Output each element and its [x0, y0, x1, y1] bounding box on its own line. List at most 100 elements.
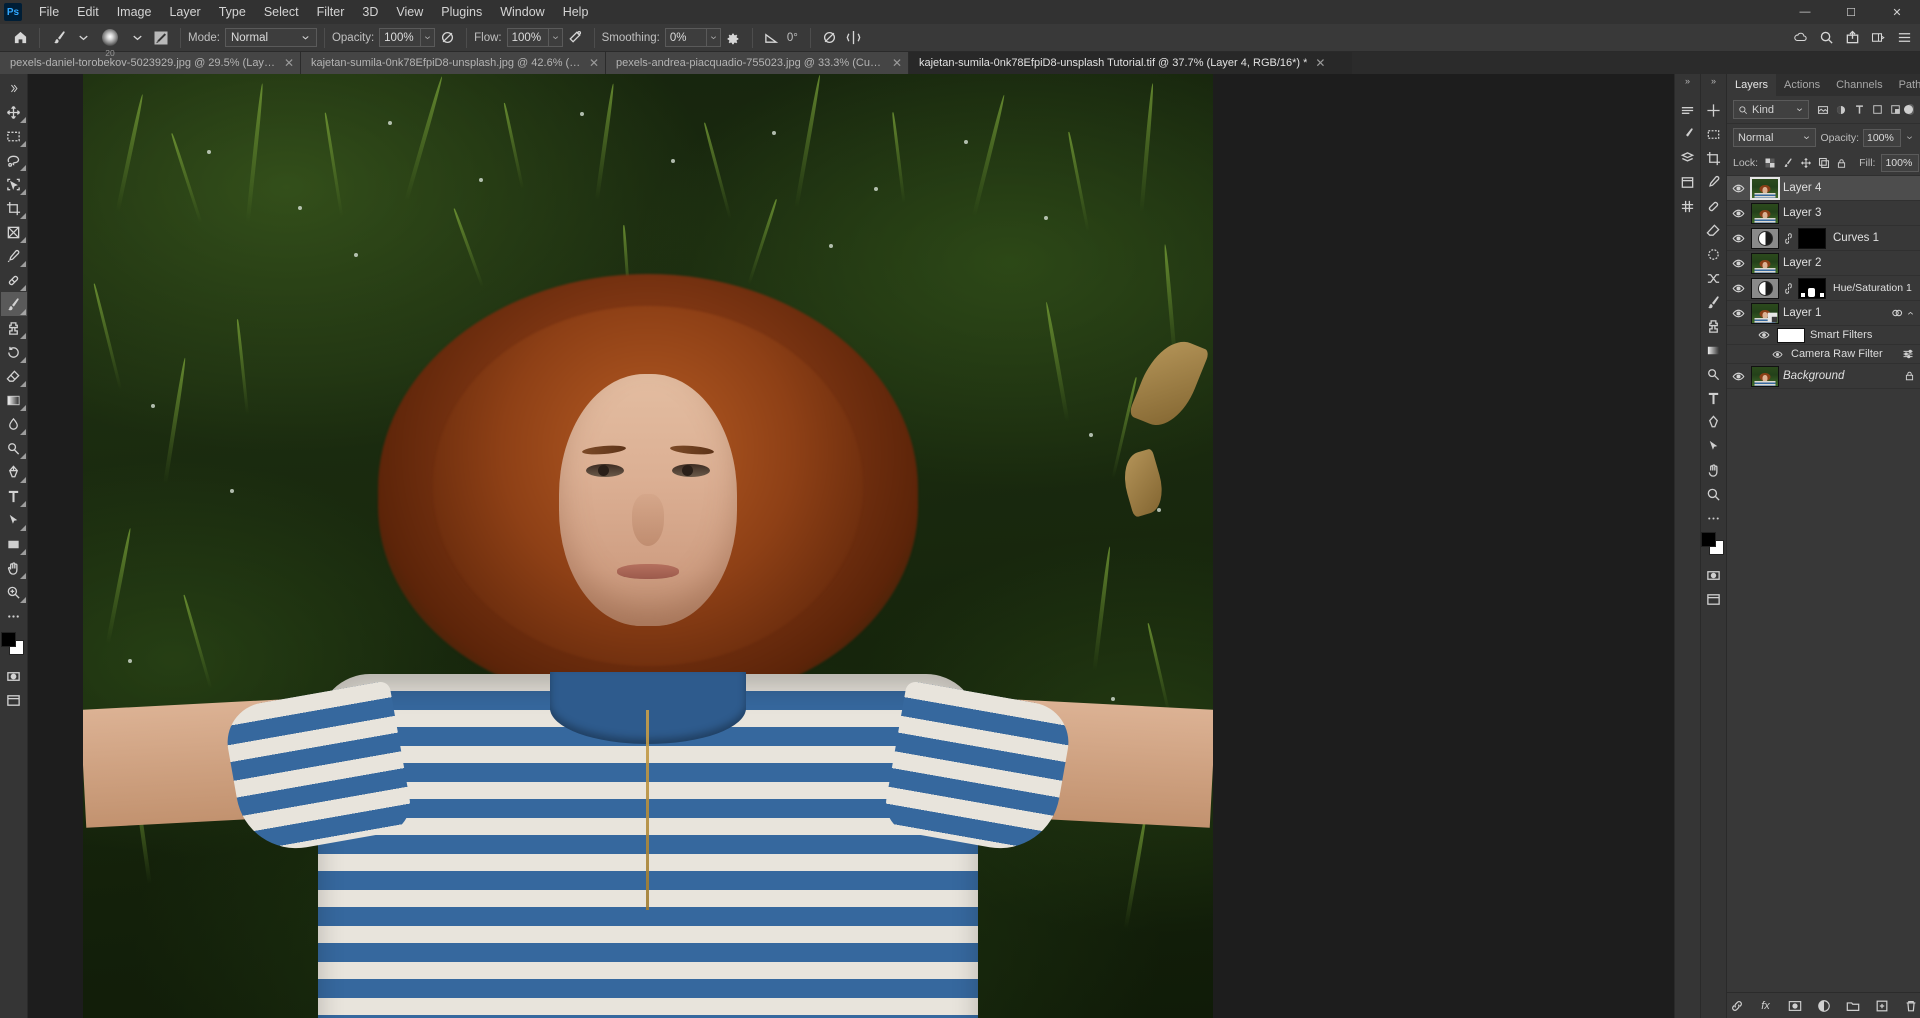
lock-all-icon[interactable] — [1836, 156, 1847, 171]
adjustments-panel-icon[interactable] — [1676, 122, 1700, 146]
layer-thumbnail[interactable] — [1751, 365, 1779, 387]
more-tools-rail-icon[interactable] — [1702, 506, 1726, 530]
close-icon[interactable]: ✕ — [589, 57, 599, 69]
foreground-color-swatch[interactable] — [0, 632, 16, 647]
layer-row-layer-1[interactable]: Layer 1 — [1727, 301, 1920, 326]
eyedropper-rail-icon[interactable] — [1702, 170, 1726, 194]
lasso-tool[interactable] — [1, 148, 27, 172]
eraser-rail-icon[interactable] — [1702, 218, 1726, 242]
layer-visibility-toggle[interactable] — [1730, 179, 1747, 197]
layer-row-layer-4[interactable]: Layer 4 — [1727, 176, 1920, 201]
menu-image[interactable]: Image — [108, 2, 161, 22]
adjustment-layer-thumbnail[interactable] — [1751, 227, 1779, 249]
filter-enable-toggle[interactable] — [1904, 104, 1914, 115]
layer-name[interactable]: Layer 3 — [1783, 207, 1920, 219]
tab-channels[interactable]: Channels — [1828, 74, 1890, 96]
menu-select[interactable]: Select — [255, 2, 308, 22]
tablet-pressure-size-icon[interactable] — [818, 27, 842, 49]
brush-size-preview[interactable]: 20 — [95, 26, 125, 58]
blur-rail-icon[interactable] — [1702, 242, 1726, 266]
menu-window[interactable]: Window — [491, 2, 553, 22]
rect-marquee-rail-icon[interactable] — [1702, 122, 1726, 146]
menu-view[interactable]: View — [387, 2, 432, 22]
pen-tool[interactable] — [1, 460, 27, 484]
actions-panel-icon[interactable] — [1676, 170, 1700, 194]
tab-actions[interactable]: Actions — [1776, 74, 1828, 96]
frame-tool[interactable] — [1, 220, 27, 244]
lock-icon[interactable] — [1904, 370, 1915, 382]
blend-mode-select[interactable]: Normal — [224, 28, 317, 47]
maximize-button[interactable]: ☐ — [1828, 0, 1874, 24]
layer-name[interactable]: Background — [1783, 370, 1900, 382]
symmetry-paint-icon[interactable] — [842, 27, 866, 49]
layer-visibility-toggle[interactable] — [1730, 367, 1747, 385]
close-icon[interactable]: ✕ — [1315, 57, 1325, 69]
hand-rail-icon[interactable] — [1702, 458, 1726, 482]
layer-mask-thumbnail[interactable] — [1798, 277, 1826, 299]
eraser-tool[interactable] — [1, 364, 27, 388]
layer-mask-thumbnail[interactable] — [1798, 227, 1826, 249]
eyedropper-tool[interactable] — [1, 244, 27, 268]
rectangle-tool[interactable] — [1, 532, 27, 556]
airbrush-icon[interactable] — [563, 27, 587, 49]
mask-link-icon[interactable] — [1783, 282, 1794, 294]
brush-rail-icon[interactable] — [1702, 290, 1726, 314]
share-icon[interactable] — [1840, 27, 1864, 49]
brush-size-chevron-down-icon[interactable] — [125, 27, 149, 49]
filter-shape-icon[interactable] — [1870, 102, 1884, 118]
link-layers-icon[interactable] — [1729, 998, 1745, 1014]
color-swatches[interactable] — [0, 632, 27, 658]
layer-blend-mode-select[interactable]: Normal — [1733, 128, 1817, 147]
rail-color-swatches[interactable] — [1700, 532, 1727, 558]
lock-position-icon[interactable] — [1800, 156, 1812, 171]
rectangular-marquee-tool[interactable] — [1, 124, 27, 148]
spot-healing-brush-tool[interactable] — [1, 268, 27, 292]
gradient-tool[interactable] — [1, 388, 27, 412]
pen-rail-icon[interactable] — [1702, 410, 1726, 434]
filter-kind-select[interactable]: Kind — [1733, 100, 1809, 119]
lock-transparent-pixels-icon[interactable] — [1764, 156, 1776, 171]
move-tool[interactable] — [1, 100, 27, 124]
libraries-panel-icon[interactable] — [1676, 146, 1700, 170]
smart-filters-visibility-toggle[interactable] — [1755, 326, 1772, 344]
menu-type[interactable]: Type — [210, 2, 255, 22]
menu-plugins[interactable]: Plugins — [432, 2, 491, 22]
search-icon[interactable] — [1814, 27, 1838, 49]
edit-toolbar-button[interactable] — [1, 604, 27, 628]
path-selection-tool[interactable] — [1, 508, 27, 532]
healing-rail-icon[interactable] — [1702, 194, 1726, 218]
smoothing-options-gear-icon[interactable] — [721, 27, 745, 49]
new-layer-icon[interactable] — [1874, 998, 1890, 1014]
new-group-icon[interactable] — [1845, 998, 1861, 1014]
smoothing-chevron-down-icon[interactable] — [706, 28, 721, 47]
clone-stamp-tool[interactable] — [1, 316, 27, 340]
hand-tool[interactable] — [1, 556, 27, 580]
dodge-tool[interactable] — [1, 436, 27, 460]
zoom-tool[interactable] — [1, 580, 27, 604]
blur-tool[interactable] — [1, 412, 27, 436]
menu-filter[interactable]: Filter — [308, 2, 354, 22]
tablet-pressure-opacity-icon[interactable] — [435, 27, 459, 49]
rail-screen-mode-icon[interactable] — [1702, 587, 1726, 611]
smart-filters-row[interactable]: Smart Filters — [1727, 326, 1920, 345]
dodge-rail-icon[interactable] — [1702, 362, 1726, 386]
smart-filter-indicator-icon[interactable] — [1891, 307, 1903, 319]
brush-tool[interactable] — [0, 292, 27, 316]
layer-name[interactable]: Curves 1 — [1830, 232, 1920, 244]
crop-rail-icon[interactable] — [1702, 146, 1726, 170]
screen-mode-icon[interactable] — [1, 688, 27, 712]
brush-angle-dial-icon[interactable] — [760, 27, 784, 49]
rail-quick-mask-icon[interactable] — [1702, 563, 1726, 587]
object-selection-tool[interactable] — [1, 172, 27, 196]
brush-preset-icon[interactable] — [47, 27, 71, 49]
layer-name[interactable]: Layer 4 — [1783, 182, 1920, 194]
layer-style-fx-icon[interactable]: fx — [1758, 998, 1774, 1014]
smart-filter-mask-thumbnail[interactable] — [1777, 327, 1805, 343]
minimize-button[interactable]: — — [1782, 0, 1828, 24]
layer-row-hue-saturation-1[interactable]: Hue/Saturation 1 — [1727, 276, 1920, 301]
adjustment-layer-thumbnail[interactable] — [1751, 277, 1779, 299]
tab-paths[interactable]: Paths — [1891, 74, 1920, 96]
flow-input[interactable]: 100% — [506, 28, 549, 47]
brush-settings-panel-icon[interactable] — [149, 27, 173, 49]
shuffle-rail-icon[interactable] — [1702, 266, 1726, 290]
